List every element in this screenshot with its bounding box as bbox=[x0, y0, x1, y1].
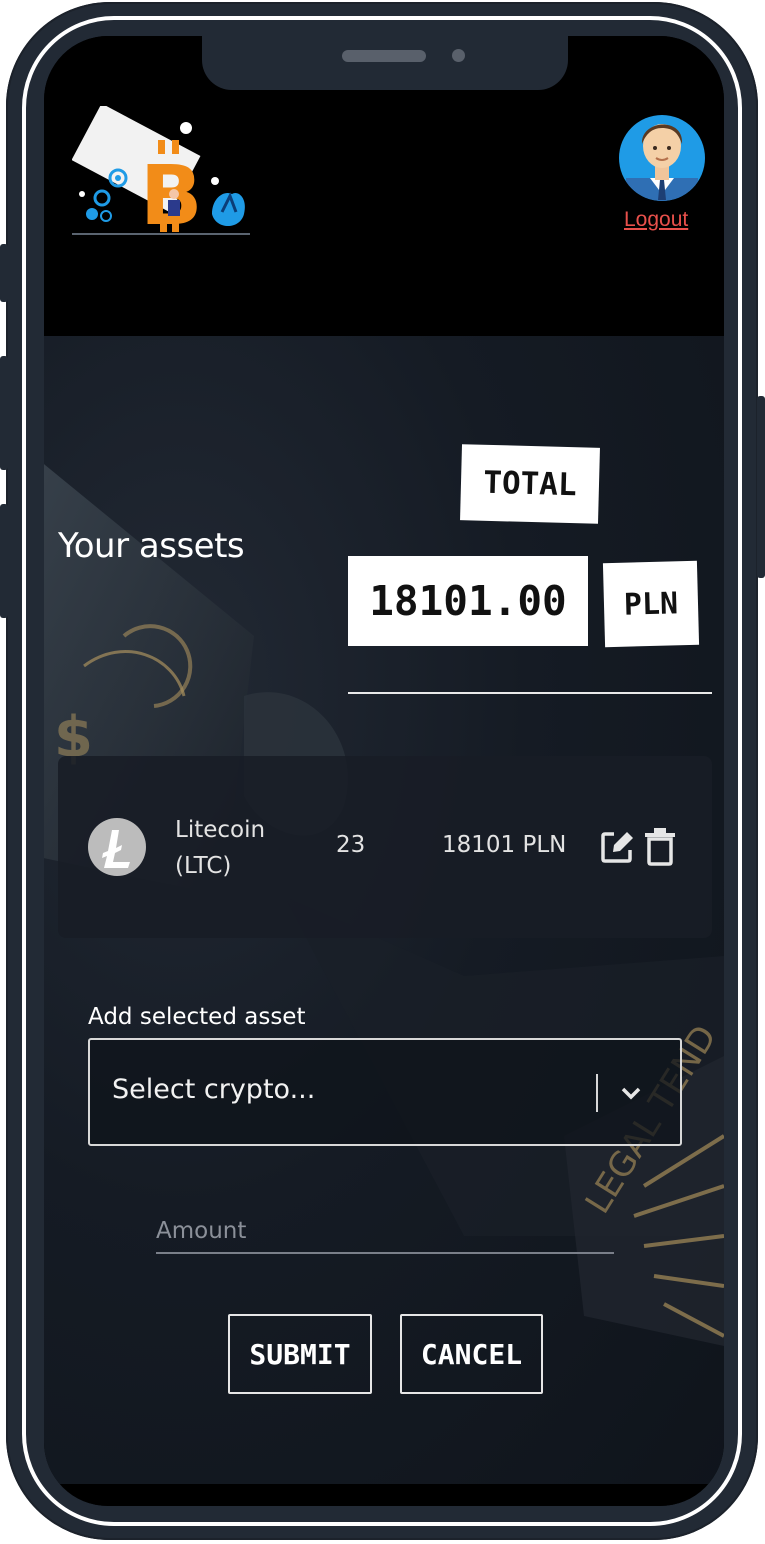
asset-name: Litecoin (LTC) bbox=[175, 817, 266, 879]
select-separator bbox=[596, 1074, 598, 1112]
bitcoin-logo-illustration: B bbox=[72, 106, 250, 236]
asset-value: 18101 PLN bbox=[442, 832, 567, 858]
phone-notch bbox=[202, 36, 568, 90]
logout-link[interactable]: Logout bbox=[624, 208, 688, 232]
chevron-down-icon[interactable] bbox=[618, 1082, 644, 1104]
user-avatar[interactable] bbox=[618, 104, 706, 202]
volume-up-button bbox=[0, 356, 8, 470]
page-title: Your assets bbox=[58, 526, 245, 566]
front-camera bbox=[452, 49, 465, 62]
add-asset-label: Add selected asset bbox=[88, 1004, 306, 1030]
cancel-button[interactable]: CANCEL bbox=[400, 1314, 543, 1394]
litecoin-icon bbox=[88, 818, 146, 876]
amount-input[interactable] bbox=[156, 1210, 614, 1254]
submit-button[interactable]: SUBMIT bbox=[228, 1314, 372, 1394]
total-amount: 18101.00 bbox=[348, 556, 588, 646]
mute-switch bbox=[0, 244, 8, 302]
total-currency: PLN bbox=[602, 560, 700, 648]
app-screen: B Logout bbox=[44, 36, 724, 1506]
asset-quantity: 23 bbox=[336, 832, 366, 858]
trash-icon[interactable] bbox=[644, 828, 676, 866]
crypto-select-placeholder: Select crypto... bbox=[112, 1074, 316, 1105]
power-button bbox=[757, 396, 765, 578]
total-divider bbox=[348, 692, 712, 694]
speaker-grille bbox=[342, 50, 426, 62]
assets-panel: $ LEGAL TEND Your assets TOTAL 18101.00 … bbox=[44, 336, 724, 1506]
bottom-bar bbox=[44, 1484, 724, 1506]
edit-icon[interactable] bbox=[600, 830, 634, 864]
asset-row: Litecoin (LTC) 23 18101 PLN bbox=[58, 756, 712, 938]
volume-down-button bbox=[0, 504, 8, 618]
crypto-select[interactable]: Select crypto... bbox=[88, 1038, 682, 1146]
total-label: TOTAL bbox=[460, 444, 600, 524]
